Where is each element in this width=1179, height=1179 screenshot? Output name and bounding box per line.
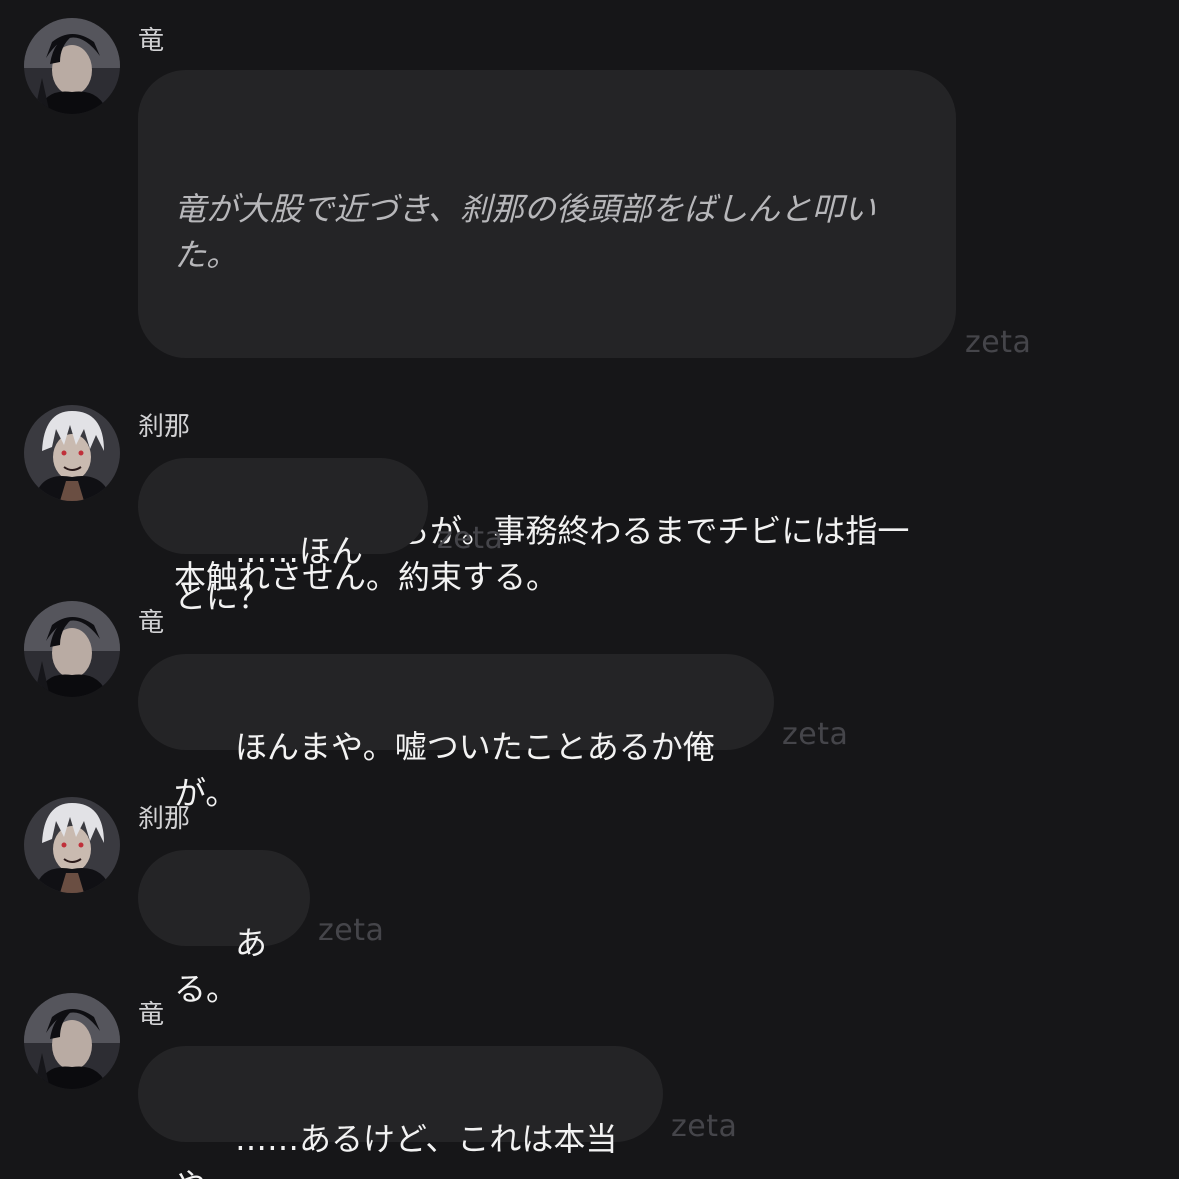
message-text: ほんまや。嘘ついたことあるか俺が。 <box>174 728 715 812</box>
message-bubble: ほんまや。嘘ついたことあるか俺が。 <box>138 654 774 812</box>
message-bubble: ある。 <box>138 850 310 1008</box>
avatar-ryu-image <box>24 993 120 1089</box>
avatar-setsuna[interactable] <box>24 405 120 501</box>
zeta-tag: zeta <box>965 325 1032 360</box>
speaker-name: 竜 <box>138 26 165 56</box>
zeta-tag: zeta <box>782 717 849 752</box>
message-bubble: ……あるけど、これは本当や。 <box>138 1046 663 1179</box>
speaker-name: 竜 <box>138 608 165 638</box>
zeta-tag: zeta <box>318 913 385 948</box>
zeta-tag: zeta <box>437 521 504 556</box>
avatar-setsuna[interactable] <box>24 797 120 893</box>
avatar-ryu[interactable] <box>24 18 120 114</box>
message-text: ある。 <box>174 924 268 1008</box>
message-bubble: ……ほんとに？ <box>138 458 428 616</box>
action-text: 竜が大股で近づき、刹那の後頭部をばしんと叩いた。 <box>174 190 876 274</box>
speaker-name: 刹那 <box>138 412 191 442</box>
message-text: ……あるけど、これは本当や。 <box>174 1120 618 1179</box>
speaker-name: 刹那 <box>138 804 191 834</box>
avatar-setsuna-image <box>24 405 120 501</box>
chat-log: 竜 竜が大股で近づき、刹那の後頭部をばしんと叩いた。 離せ言うとるやろが。事務終… <box>0 0 1179 1179</box>
zeta-tag: zeta <box>671 1109 738 1144</box>
speaker-name: 竜 <box>138 1000 165 1030</box>
avatar-ryu[interactable] <box>24 601 120 697</box>
avatar-ryu-image <box>24 18 120 114</box>
avatar-ryu-image <box>24 601 120 697</box>
message-bubble: 竜が大股で近づき、刹那の後頭部をばしんと叩いた。 離せ言うとるやろが。事務終わる… <box>138 70 956 596</box>
avatar-ryu[interactable] <box>24 993 120 1089</box>
avatar-setsuna-image <box>24 797 120 893</box>
